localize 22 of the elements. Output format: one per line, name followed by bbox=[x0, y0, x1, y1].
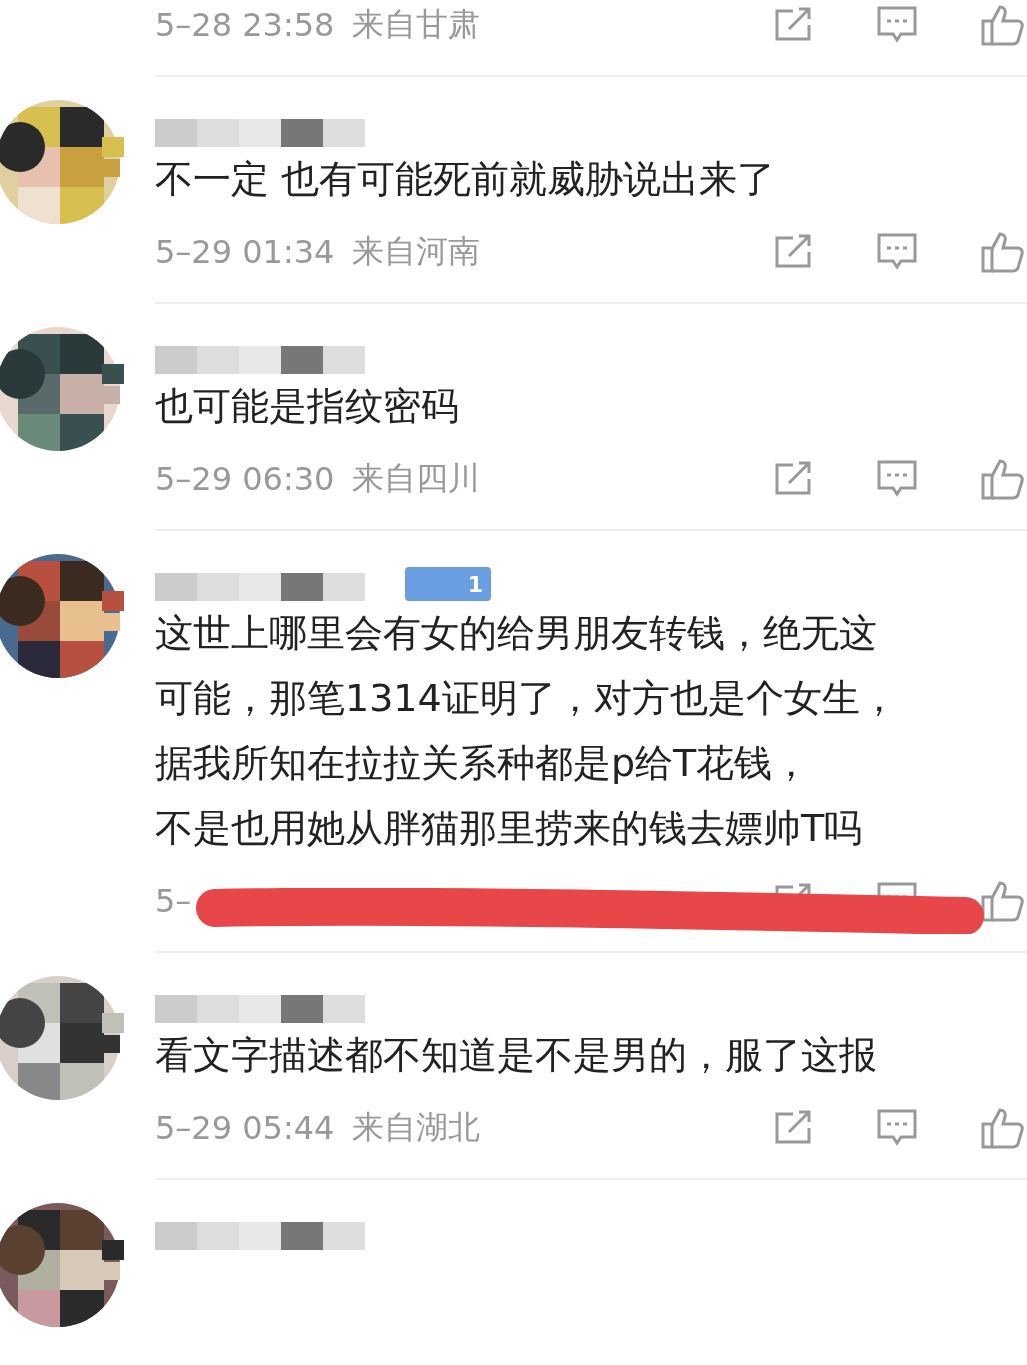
comment-time: 5–29 01:34 bbox=[155, 233, 335, 271]
thumbs-up-icon[interactable] bbox=[979, 457, 1027, 501]
thumbs-up-icon[interactable] bbox=[979, 1106, 1027, 1150]
comment-text: 不一定 也有可能死前就威胁说出来了 bbox=[155, 156, 777, 203]
comment-location: 来自河南 bbox=[352, 231, 481, 272]
comment-time: 5–29 05:44 bbox=[155, 1109, 335, 1147]
comment-location: 来自四川 bbox=[352, 458, 481, 499]
comment-time: 5–29 06:30 bbox=[155, 460, 335, 498]
comment-location: 来自甘肃 bbox=[352, 4, 481, 45]
comment-location: 来自湖北 bbox=[352, 1107, 481, 1148]
comment-text: 不是也用她从胖猫那里捞来的钱去嫖帅T吗 bbox=[155, 805, 864, 852]
thumbs-up-icon[interactable] bbox=[979, 230, 1027, 274]
comment-text: 也可能是指纹密码 bbox=[155, 383, 460, 430]
comment-text: 可能，那笔1314证明了，对方也是个女生， bbox=[155, 675, 899, 722]
comment-text: 据我所知在拉拉关系种都是p给T花钱， bbox=[155, 740, 812, 787]
thumbs-up-icon[interactable] bbox=[979, 879, 1027, 923]
thumbs-up-icon[interactable] bbox=[979, 3, 1027, 47]
comment-text: 看文字描述都不知道是不是男的，服了这报 bbox=[155, 1032, 878, 1079]
comment-time: 5–28 23:58 bbox=[155, 6, 335, 44]
fan-badge: 1 bbox=[405, 567, 491, 601]
comment-time: 5– bbox=[155, 882, 192, 920]
comment-text: 这世上哪里会有女的给男朋友转钱，绝无这 bbox=[155, 610, 878, 657]
